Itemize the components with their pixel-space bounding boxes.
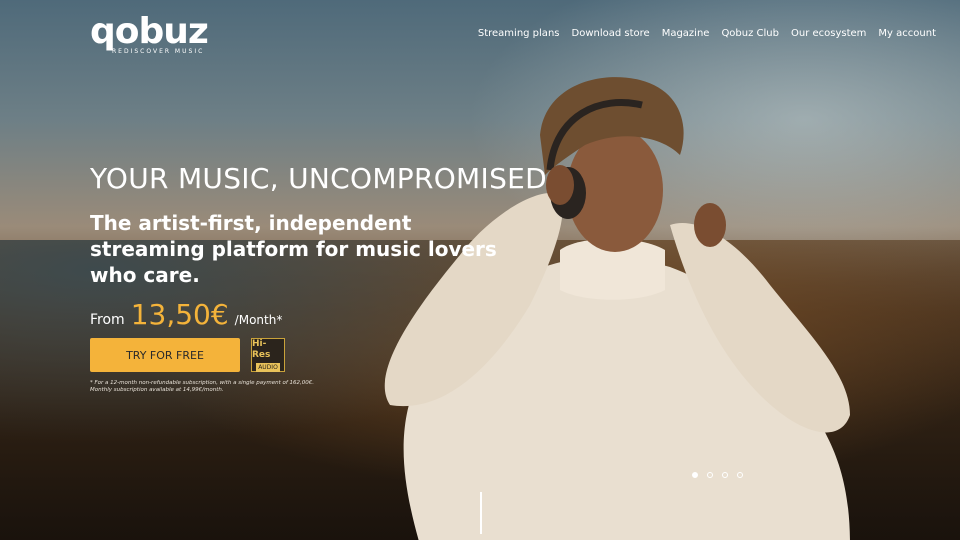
nav-download-store[interactable]: Download store xyxy=(572,28,650,39)
price-period: /Month* xyxy=(234,313,283,327)
carousel-dot-4[interactable] xyxy=(737,472,743,478)
nav-magazine[interactable]: Magazine xyxy=(662,28,710,39)
logo-wordmark: qobuz xyxy=(90,11,209,52)
price-from-label: From xyxy=(90,312,125,328)
hero-photo-woman-with-headphones xyxy=(380,75,860,540)
carousel-indicators xyxy=(692,472,743,478)
carousel-dot-2[interactable] xyxy=(707,472,713,478)
carousel-dot-3[interactable] xyxy=(722,472,728,478)
hi-res-audio-badge: Hi-Res AUDIO xyxy=(251,338,285,372)
hero-headline: YOUR MUSIC, UNCOMPROMISED xyxy=(90,162,548,195)
nav-my-account[interactable]: My account xyxy=(878,28,936,39)
hi-res-label: Hi-Res xyxy=(252,338,271,360)
price-footnote: * For a 12-month non-refundable subscrip… xyxy=(90,380,315,393)
qobuz-logo[interactable]: qobuz REDISCOVER MUSIC xyxy=(90,11,209,56)
try-for-free-button[interactable]: TRY FOR FREE xyxy=(90,338,240,372)
audio-label: AUDIO xyxy=(256,362,280,372)
nav-our-ecosystem[interactable]: Our ecosystem xyxy=(791,28,866,39)
price-display: From 13,50€ /Month* xyxy=(90,298,282,331)
nav-qobuz-club[interactable]: Qobuz Club xyxy=(721,28,779,39)
carousel-dot-1[interactable] xyxy=(692,472,698,478)
scroll-indicator xyxy=(480,492,482,534)
main-navigation: Streaming plans Download store Magazine … xyxy=(478,28,936,39)
hero-banner: qobuz REDISCOVER MUSIC Streaming plans D… xyxy=(0,0,960,540)
hero-subheadline: The artist-first, independent streaming … xyxy=(90,211,497,287)
nav-streaming-plans[interactable]: Streaming plans xyxy=(478,28,560,39)
price-amount: 13,50€ xyxy=(130,298,229,331)
